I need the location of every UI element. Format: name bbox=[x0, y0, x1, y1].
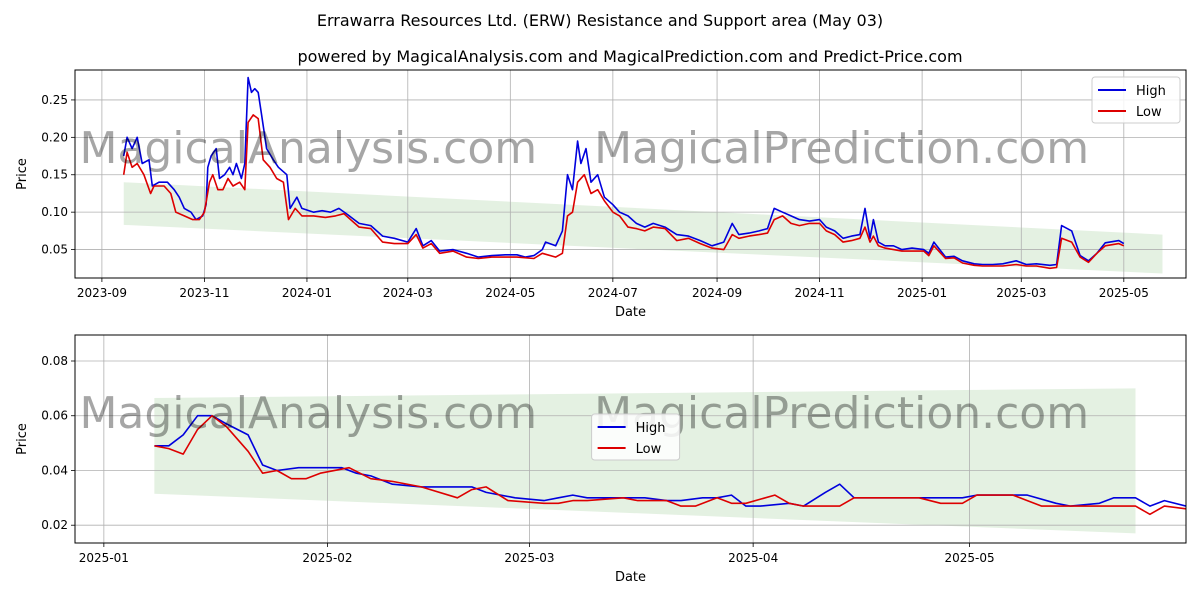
x-tick-label: 2024-07 bbox=[588, 286, 638, 300]
watermark: MagicalPrediction.com bbox=[594, 123, 1089, 174]
x-tick-label: 2025-03 bbox=[996, 286, 1046, 300]
x-tick-label: 2023-09 bbox=[77, 286, 127, 300]
y-tick-label: 0.02 bbox=[41, 518, 68, 532]
x-tick-label: 2025-02 bbox=[302, 551, 352, 565]
x-tick-label: 2024-05 bbox=[485, 286, 535, 300]
chart-title: Errawarra Resources Ltd. (ERW) Resistanc… bbox=[317, 11, 883, 30]
x-tick-label: 2025-05 bbox=[945, 551, 995, 565]
y-axis-label: Price bbox=[15, 158, 30, 190]
x-tick-label: 2024-09 bbox=[692, 286, 742, 300]
legend-label-high: High bbox=[1136, 84, 1166, 99]
legend-label-low: Low bbox=[1136, 105, 1162, 120]
chart-page: Errawarra Resources Ltd. (ERW) Resistanc… bbox=[0, 0, 1200, 600]
y-tick-label: 0.15 bbox=[41, 168, 68, 182]
legend-label-high: High bbox=[636, 421, 666, 436]
y-tick-label: 0.04 bbox=[41, 463, 68, 477]
y-axis-label: Price bbox=[15, 423, 30, 455]
chart-figure: Errawarra Resources Ltd. (ERW) Resistanc… bbox=[15, 11, 1187, 585]
x-tick-label: 2025-01 bbox=[897, 286, 947, 300]
x-tick-label: 2024-11 bbox=[795, 286, 845, 300]
support-resistance-band bbox=[123, 182, 1163, 274]
chart-subtitle: powered by MagicalAnalysis.com and Magic… bbox=[297, 47, 962, 66]
x-tick-label: 2025-01 bbox=[79, 551, 129, 565]
legend: High Low bbox=[591, 413, 681, 461]
watermark: MagicalAnalysis.com bbox=[79, 123, 537, 174]
x-tick-label: 2025-04 bbox=[728, 551, 778, 565]
y-tick-label: 0.25 bbox=[41, 93, 68, 107]
y-tick-label: 0.20 bbox=[41, 130, 68, 144]
y-tick-label: 0.10 bbox=[41, 205, 68, 219]
bottom-panel: 2025-01 2025-02 2025-03 2025-04 2025-05 0.02 0… bbox=[15, 334, 1187, 585]
x-tick-label: 2023-11 bbox=[179, 286, 229, 300]
x-tick-label: 2024-03 bbox=[383, 286, 433, 300]
x-tick-label: 2024-01 bbox=[282, 286, 332, 300]
watermark: MagicalAnalysis.com bbox=[79, 388, 537, 439]
top-panel: 2023-09 2023-11 2024-01 2024-03 2024-05 2024-… bbox=[15, 69, 1187, 320]
x-tick-label: 2025-03 bbox=[504, 551, 554, 565]
y-tick-label: 0.05 bbox=[41, 243, 68, 257]
x-axis-label: Date bbox=[615, 570, 646, 585]
y-tick-label: 0.06 bbox=[41, 409, 68, 423]
x-tick-label: 2025-05 bbox=[1099, 286, 1149, 300]
legend: High Low bbox=[1091, 76, 1181, 124]
legend-label-low: Low bbox=[636, 442, 662, 457]
y-tick-label: 0.08 bbox=[41, 354, 68, 368]
x-axis-label: Date bbox=[615, 305, 646, 320]
